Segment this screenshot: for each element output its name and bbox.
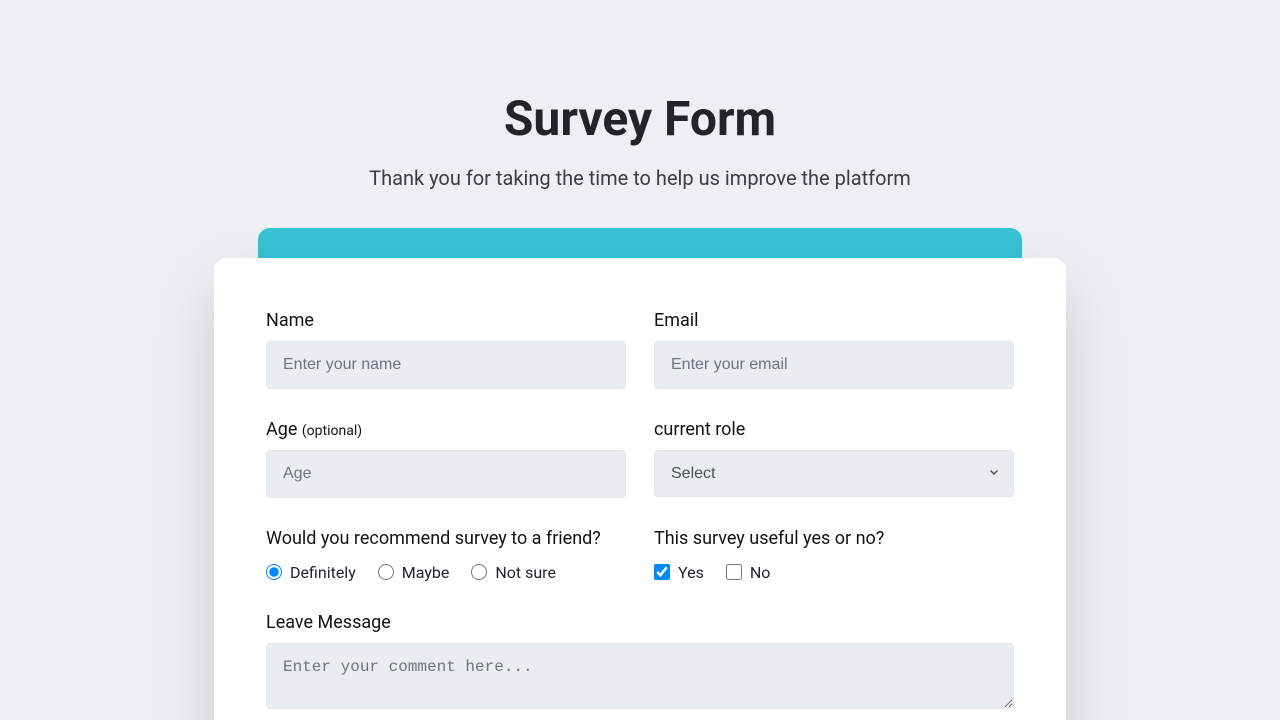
message-textarea[interactable] xyxy=(266,643,1014,709)
role-select[interactable]: Select xyxy=(654,450,1014,497)
age-label-text: Age xyxy=(266,419,297,440)
recommend-option-maybe[interactable]: Maybe xyxy=(378,563,450,582)
recommend-option-not-sure[interactable]: Not sure xyxy=(471,563,556,582)
survey-card: Name Email Age (optional) xyxy=(214,258,1066,720)
useful-checkbox-no[interactable] xyxy=(726,564,742,580)
recommend-radio-definitely[interactable] xyxy=(266,564,282,580)
useful-checkbox-yes[interactable] xyxy=(654,564,670,580)
age-input[interactable] xyxy=(266,450,626,498)
recommend-radio-not-sure[interactable] xyxy=(471,564,487,580)
role-label: current role xyxy=(654,419,1014,440)
useful-label: This survey useful yes or no? xyxy=(654,528,1014,549)
useful-option-yes[interactable]: Yes xyxy=(654,563,704,582)
recommend-label-maybe: Maybe xyxy=(402,563,450,582)
email-label: Email xyxy=(654,310,1014,331)
name-label: Name xyxy=(266,310,626,331)
useful-label-yes: Yes xyxy=(678,563,704,582)
email-input[interactable] xyxy=(654,341,1014,389)
useful-option-no[interactable]: No xyxy=(726,563,771,582)
recommend-label: Would you recommend survey to a friend? xyxy=(266,528,626,549)
useful-label-no: No xyxy=(750,563,771,582)
message-label: Leave Message xyxy=(266,612,1014,633)
age-optional-label: (optional) xyxy=(302,423,362,439)
recommend-label-not-sure: Not sure xyxy=(495,563,556,582)
recommend-option-definitely[interactable]: Definitely xyxy=(266,563,356,582)
recommend-radio-maybe[interactable] xyxy=(378,564,394,580)
name-input[interactable] xyxy=(266,341,626,389)
recommend-label-definitely: Definitely xyxy=(290,563,356,582)
page-title: Survey Form xyxy=(504,90,776,148)
age-label: Age (optional) xyxy=(266,419,626,440)
page-subtitle: Thank you for taking the time to help us… xyxy=(369,166,911,190)
